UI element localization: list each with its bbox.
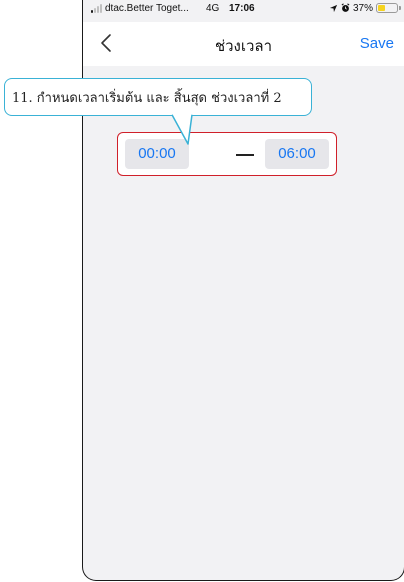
status-right-group: 37% xyxy=(329,2,401,14)
page-title: ช่วงเวลา xyxy=(214,37,273,55)
carrier-name: dtac.Better Toget... xyxy=(105,3,189,14)
navigation-bar: ช่วงเวลา Save xyxy=(83,22,404,66)
instruction-callout: 11. กำหนดเวลาเริ่มต้น และ สิ้นสุด ช่วงเว… xyxy=(4,78,314,145)
callout-pointer xyxy=(171,114,193,145)
battery-icon xyxy=(376,3,401,13)
status-time: 17:06 xyxy=(229,3,255,14)
battery-percent: 37% xyxy=(352,2,373,14)
alarm-icon xyxy=(341,3,350,12)
range-separator xyxy=(236,154,254,156)
callout-text: 11. กำหนดเวลาเริ่มต้น และ สิ้นสุด ช่วงเว… xyxy=(12,91,282,106)
time-range-row: 00:00 06:00 xyxy=(117,132,337,176)
save-button[interactable]: Save xyxy=(360,35,394,52)
network-type: 4G xyxy=(206,3,220,14)
location-icon xyxy=(329,4,338,12)
end-time-field[interactable]: 06:00 xyxy=(265,139,329,169)
battery-fill xyxy=(378,5,385,11)
status-bar: dtac.Better Toget... 4G 17:06 37% xyxy=(83,0,404,22)
signal-icon xyxy=(91,4,105,13)
